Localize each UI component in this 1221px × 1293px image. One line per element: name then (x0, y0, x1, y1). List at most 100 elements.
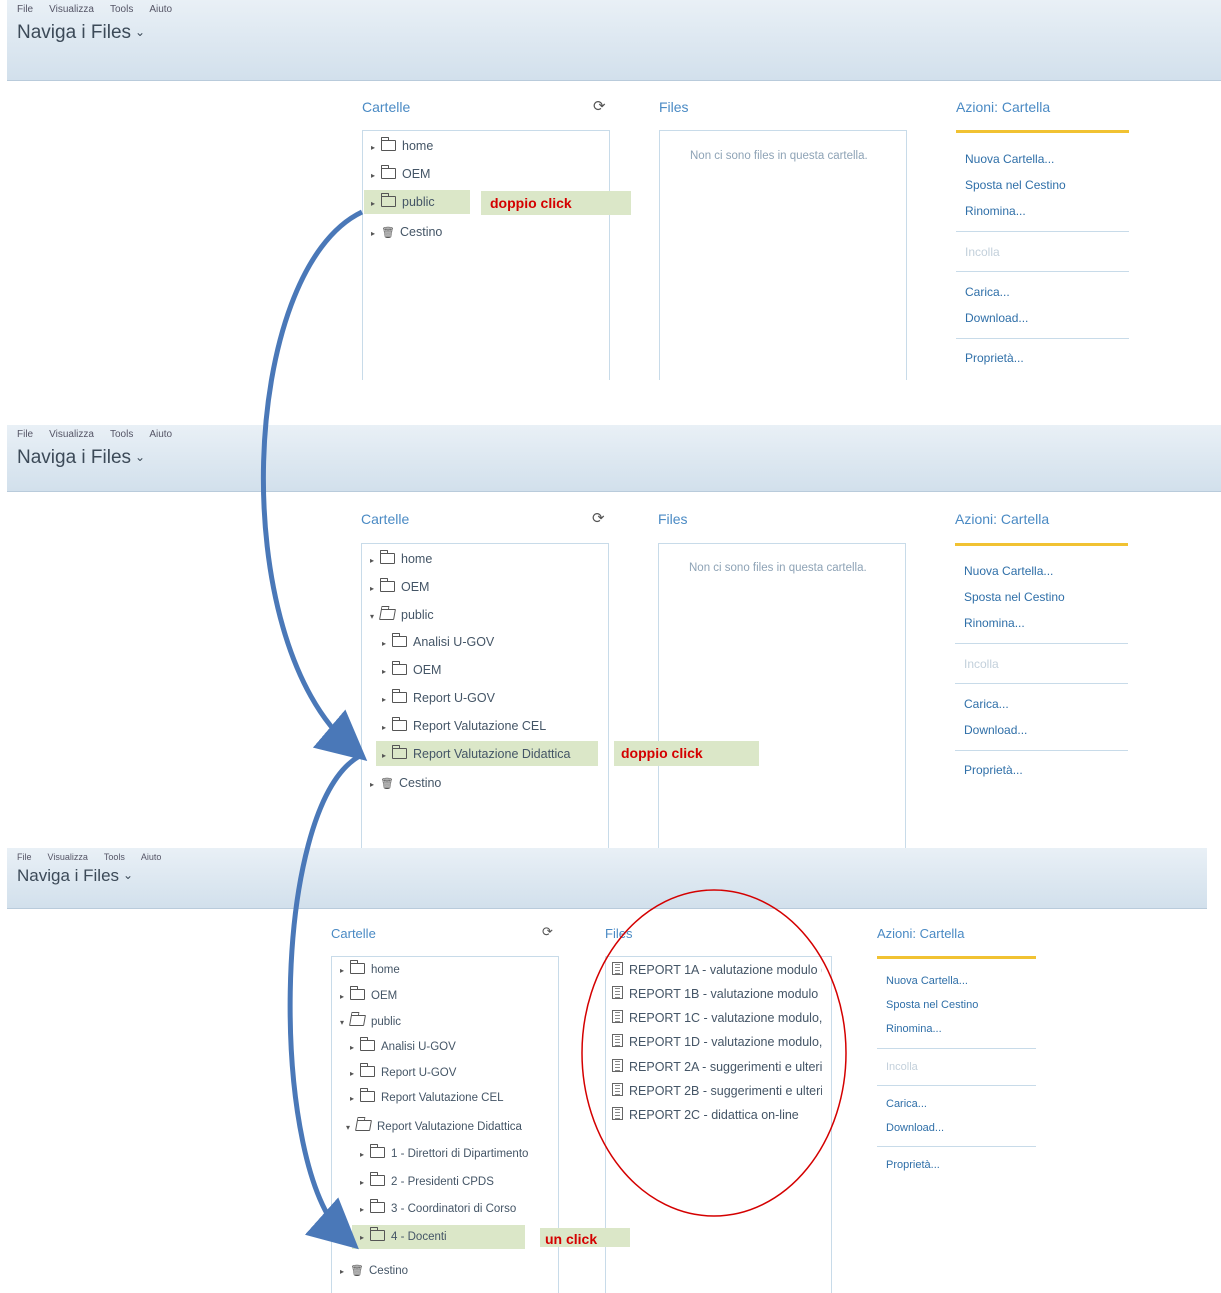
app-title[interactable]: Naviga i Files ⌄ (17, 22, 145, 44)
tree-item-home[interactable]: ▸ home (371, 137, 433, 153)
divider (877, 1085, 1036, 1086)
tree-item-coordinatori[interactable]: ▸ 3 - Coordinatori di Corso (360, 1199, 516, 1215)
action-new-folder[interactable]: Nuova Cartella... (964, 564, 1053, 578)
tree-item-docenti[interactable]: ▸ 4 - Docenti (360, 1227, 447, 1243)
tree-item-oem[interactable]: ▸ OEM (340, 986, 397, 1002)
chevron-down-icon: ⌄ (135, 450, 146, 464)
tree-item-analisi-ugov[interactable]: ▸ Analisi U-GOV (350, 1037, 456, 1053)
action-upload[interactable]: Carica... (886, 1098, 927, 1110)
empty-message: Non ci sono files in questa cartella. (690, 150, 868, 162)
tree-item-cestino[interactable]: ▸ 🗑 Cestino (371, 225, 442, 239)
action-new-folder[interactable]: Nuova Cartella... (965, 152, 1054, 166)
annotation-single-click: un click (545, 1231, 598, 1247)
action-rename[interactable]: Rinomina... (964, 616, 1025, 630)
tree-item-oem-sub[interactable]: ▸ OEM (382, 661, 441, 677)
action-move-to-trash[interactable]: Sposta nel Cestino (886, 999, 978, 1011)
tree-item-home[interactable]: ▸ home (340, 960, 400, 976)
action-download[interactable]: Download... (964, 723, 1027, 737)
menu-visualizza[interactable]: Visualizza (49, 4, 94, 15)
empty-message: Non ci sono files in questa cartella. (689, 562, 867, 574)
menu-file[interactable]: File (17, 852, 32, 862)
action-move-to-trash[interactable]: Sposta nel Cestino (965, 178, 1066, 192)
annotation-double-click: doppio click (621, 745, 703, 761)
menu-visualizza[interactable]: Visualizza (49, 429, 94, 440)
files-box (659, 130, 907, 380)
trash-icon: 🗑 (350, 1265, 364, 1277)
divider (955, 683, 1128, 684)
file-item[interactable]: REPORT 1D - valutazione modulo, co (612, 1034, 822, 1049)
actions-accent-bar (956, 130, 1129, 133)
tree-item-home[interactable]: ▸ home (370, 550, 432, 566)
screenshot-panel-3: File Visualizza Tools Aiuto Naviga i Files ⌄… (0, 848, 1221, 1293)
menu-aiuto[interactable]: Aiuto (149, 4, 172, 15)
tree-item-oem[interactable]: ▸ OEM (371, 165, 430, 181)
menu-tools[interactable]: Tools (104, 852, 125, 862)
tree-item-report-cel[interactable]: ▸ Report Valutazione CEL (350, 1088, 504, 1104)
tree-item-cestino[interactable]: ▸ 🗑 Cestino (370, 776, 441, 790)
menu-visualizza[interactable]: Visualizza (48, 852, 88, 862)
tree-item-public[interactable]: ▸ public (371, 193, 435, 209)
files-box (658, 543, 906, 849)
folder-open-icon (355, 1120, 372, 1131)
app-title[interactable]: Naviga i Files ⌄ (17, 447, 145, 469)
tree-item-public[interactable]: ▾ public (340, 1015, 401, 1028)
file-item[interactable]: REPORT 2A - suggerimenti e ulteriori (612, 1059, 822, 1074)
divider (877, 1048, 1036, 1049)
tree-item-oem[interactable]: ▸ OEM (370, 578, 429, 594)
tree-item-analisi-ugov[interactable]: ▸ Analisi U-GOV (382, 633, 494, 649)
tree-item-cestino[interactable]: ▸ 🗑 Cestino (340, 1264, 408, 1277)
document-icon (612, 986, 623, 999)
menu-tools[interactable]: Tools (110, 4, 133, 15)
action-new-folder[interactable]: Nuova Cartella... (886, 975, 968, 987)
action-properties[interactable]: Proprietà... (965, 351, 1024, 365)
menu-file[interactable]: File (17, 429, 33, 440)
menu-aiuto[interactable]: Aiuto (141, 852, 162, 862)
refresh-icon[interactable]: ⟳ (593, 97, 606, 115)
divider (955, 643, 1128, 644)
action-rename[interactable]: Rinomina... (886, 1023, 942, 1035)
action-download[interactable]: Download... (965, 311, 1028, 325)
folder-icon (370, 1199, 385, 1213)
action-properties[interactable]: Proprietà... (964, 763, 1023, 777)
file-item[interactable]: REPORT 2B - suggerimenti e ulteriori (612, 1083, 822, 1098)
tree-item-report-cel[interactable]: ▸ Report Valutazione CEL (382, 717, 546, 733)
folder-icon (370, 1227, 385, 1241)
app-title[interactable]: Naviga i Files ⌄ (17, 866, 133, 886)
action-properties[interactable]: Proprietà... (886, 1159, 940, 1171)
file-item[interactable]: REPORT 2C - didattica on-line (612, 1107, 822, 1122)
file-item[interactable]: REPORT 1C - valutazione modulo, co (612, 1010, 822, 1025)
action-upload[interactable]: Carica... (965, 285, 1010, 299)
refresh-icon[interactable]: ⟳ (592, 509, 605, 527)
action-paste: Incolla (965, 245, 1000, 259)
action-move-to-trash[interactable]: Sposta nel Cestino (964, 590, 1065, 604)
document-icon (612, 1107, 623, 1120)
folder-open-icon (349, 1015, 366, 1026)
tree-item-public[interactable]: ▾ public (370, 608, 434, 622)
action-rename[interactable]: Rinomina... (965, 204, 1026, 218)
tree-item-report-didattica[interactable]: ▸ Report Valutazione Didattica (382, 745, 571, 761)
file-item[interactable]: REPORT 1A - valutazione modulo (stu (612, 962, 822, 977)
folder-icon (381, 193, 396, 207)
tree-item-presidenti[interactable]: ▸ 2 - Presidenti CPDS (360, 1172, 494, 1188)
trash-icon: 🗑 (380, 778, 394, 790)
folder-icon (370, 1172, 385, 1186)
document-icon (612, 1034, 623, 1047)
tree-item-direttori[interactable]: ▸ 1 - Direttori di Dipartimento (360, 1144, 528, 1160)
menu-aiuto[interactable]: Aiuto (149, 429, 172, 440)
files-box (605, 956, 832, 1293)
tree-item-report-ugov[interactable]: ▸ Report U-GOV (382, 689, 495, 705)
action-upload[interactable]: Carica... (964, 697, 1009, 711)
actions-heading: Azioni: Cartella (956, 99, 1051, 115)
action-download[interactable]: Download... (886, 1122, 944, 1134)
divider (877, 1146, 1036, 1147)
action-paste: Incolla (886, 1061, 918, 1073)
tree-item-report-didattica[interactable]: ▾ Report Valutazione Didattica (346, 1120, 522, 1133)
file-item[interactable]: REPORT 1B - valutazione modulo (stu (612, 986, 822, 1001)
tree-item-report-ugov[interactable]: ▸ Report U-GOV (350, 1063, 456, 1079)
menu-tools[interactable]: Tools (110, 429, 133, 440)
divider (955, 750, 1128, 751)
document-icon (612, 962, 623, 975)
menu-file[interactable]: File (17, 4, 33, 15)
refresh-icon[interactable]: ⟳ (542, 924, 553, 940)
files-heading: Files (659, 99, 689, 115)
